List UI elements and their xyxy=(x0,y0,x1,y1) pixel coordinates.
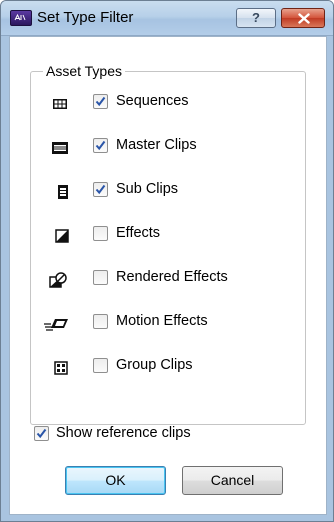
rendered-effects-label: Rendered Effects xyxy=(116,269,228,285)
avid-app-icon xyxy=(10,10,32,26)
cancel-button[interactable]: Cancel xyxy=(182,466,283,495)
asset-type-row-effects[interactable]: Effects xyxy=(43,224,303,246)
ok-button[interactable]: OK xyxy=(65,466,166,495)
group-clips-label: Group Clips xyxy=(116,357,193,373)
asset-type-row-motion-effects[interactable]: Motion Effects xyxy=(43,312,303,334)
sequences-checkbox[interactable] xyxy=(93,94,108,109)
asset-type-row-sequences[interactable]: Sequences xyxy=(43,92,303,114)
master-clip-icon xyxy=(52,142,68,154)
sequence-icon xyxy=(53,99,67,109)
effect-icon xyxy=(55,229,69,243)
close-icon xyxy=(298,13,310,24)
group-clip-icon xyxy=(54,361,68,375)
close-button[interactable] xyxy=(281,8,325,28)
rendered-effects-checkbox[interactable] xyxy=(93,270,108,285)
sub-clips-checkbox[interactable] xyxy=(93,182,108,197)
group-clips-checkbox[interactable] xyxy=(93,358,108,373)
set-type-filter-dialog: Set Type Filter ? Asset Types Sequences xyxy=(0,0,334,522)
checkmark-icon xyxy=(95,140,106,151)
checkmark-icon xyxy=(95,96,106,107)
master-clips-checkbox[interactable] xyxy=(93,138,108,153)
master-clips-label: Master Clips xyxy=(116,137,197,153)
dialog-body: Asset Types Sequences Master Clips Sub C… xyxy=(9,36,327,515)
motion-effects-label: Motion Effects xyxy=(116,313,208,329)
sub-clips-label: Sub Clips xyxy=(116,181,179,197)
effects-label: Effects xyxy=(116,225,161,241)
help-button[interactable]: ? xyxy=(236,8,276,28)
checkmark-icon xyxy=(36,428,47,439)
rendered-effect-icon xyxy=(49,272,67,288)
title-bar[interactable]: Set Type Filter ? xyxy=(1,1,333,36)
subclip-icon xyxy=(58,185,68,199)
motion-effect-icon xyxy=(44,319,68,331)
asset-type-row-group-clips[interactable]: Group Clips xyxy=(43,356,303,378)
asset-type-row-sub-clips[interactable]: Sub Clips xyxy=(43,180,303,202)
checkmark-icon xyxy=(95,184,106,195)
show-reference-clips-row[interactable]: Show reference clips xyxy=(34,424,294,446)
effects-checkbox[interactable] xyxy=(93,226,108,241)
motion-effects-checkbox[interactable] xyxy=(93,314,108,329)
window-title: Set Type Filter xyxy=(37,9,134,26)
asset-types-group: Asset Types Sequences Master Clips Sub C… xyxy=(30,63,306,425)
show-reference-clips-label: Show reference clips xyxy=(56,425,191,441)
asset-type-row-master-clips[interactable]: Master Clips xyxy=(43,136,303,158)
asset-type-row-rendered-effects[interactable]: Rendered Effects xyxy=(43,268,303,290)
sequences-label: Sequences xyxy=(116,93,189,109)
asset-types-label: Asset Types xyxy=(43,63,126,79)
show-reference-clips-checkbox[interactable] xyxy=(34,426,49,441)
